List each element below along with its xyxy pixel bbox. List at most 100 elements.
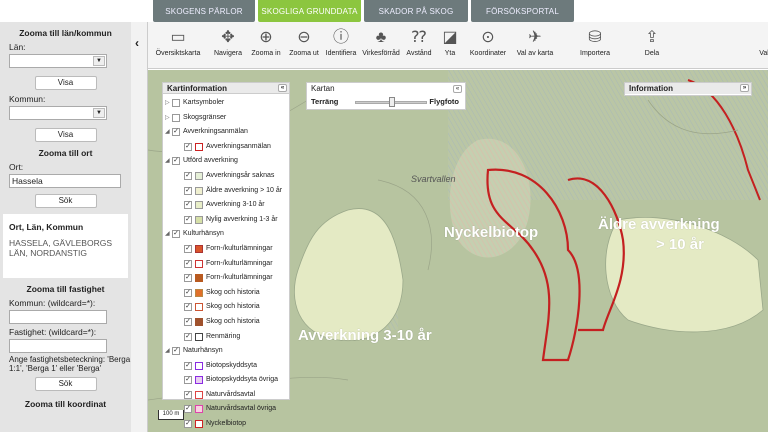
expand-toggle-icon[interactable]: ◢ (165, 227, 170, 241)
layer-checkbox[interactable]: ✓ (184, 215, 192, 224)
layer-row[interactable]: ✓ Avverkningsanmälan (163, 140, 289, 155)
tool-database-import-button[interactable]: ⛁ Importera (566, 26, 624, 57)
legend-swatch (195, 142, 203, 151)
layer-checkbox[interactable]: ✓ (184, 288, 192, 297)
layer-row[interactable]: ✓ Äldre avverkning > 10 år (163, 184, 289, 199)
fastighet-input[interactable] (9, 339, 107, 353)
layer-checkbox[interactable]: ✓ (184, 171, 192, 180)
visa-kommun-button[interactable]: Visa (34, 128, 97, 142)
layer-checkbox[interactable]: ✓ (184, 420, 192, 429)
tool-overview-map-button[interactable]: ▭ Översiktskarta (148, 26, 208, 57)
pan-arrows-icon: ✥ (221, 29, 235, 46)
layer-row[interactable]: ✓ Forn-/kulturlämningar (163, 242, 289, 257)
layer-row[interactable]: ✓ Nylig avverkning 1-3 år (163, 213, 289, 228)
layer-row[interactable]: ✓ Biotopskyddsyta (163, 359, 289, 374)
layer-checkbox[interactable] (172, 113, 180, 122)
layer-row[interactable]: ✓ Naturvårdsavtal övriga (163, 402, 289, 417)
result-value[interactable]: HASSELA, GÄVLEBORGS LÄN, NORDANSTIG (9, 238, 122, 258)
lan-select[interactable]: ▼ (9, 54, 107, 68)
tab-0[interactable]: SKOGENS PÄRLOR (153, 0, 255, 22)
layer-row[interactable]: ▷ Kartsymboler (163, 96, 289, 111)
layer-label: Naturhänsyn (183, 347, 223, 355)
tool-label: Koordinater (469, 50, 507, 57)
layer-checkbox[interactable]: ✓ (184, 317, 192, 326)
layer-checkbox[interactable]: ✓ (184, 244, 192, 253)
layer-row[interactable]: ✓ Biotopskyddsyta övriga (163, 373, 289, 388)
expand-icon[interactable]: » (740, 84, 749, 92)
layer-row[interactable]: ✓ Renmäring (163, 330, 289, 345)
layer-checkbox[interactable] (172, 99, 180, 107)
layer-row[interactable]: ✓ Skog och historia (163, 315, 289, 330)
layer-row[interactable]: ✓ Avverkningsår saknas (163, 169, 289, 184)
chevron-left-icon[interactable]: ‹ (135, 36, 139, 50)
kartinformation-header: Kartinformation « (163, 83, 289, 94)
layer-row[interactable]: ◢ ✓ Kulturhänsyn (163, 227, 289, 242)
expand-toggle-icon[interactable]: ◢ (165, 154, 170, 168)
layer-row[interactable]: ✓ Skog och historia (163, 300, 289, 315)
tab-1[interactable]: SKOGLIGA GRUNDDATA (258, 0, 361, 22)
layer-row[interactable]: ✓ Avverkning 3-10 år (163, 198, 289, 213)
chevron-down-icon[interactable]: ▼ (93, 108, 105, 118)
layer-checkbox[interactable]: ✓ (172, 157, 180, 166)
layer-checkbox[interactable]: ✓ (184, 303, 192, 312)
layer-checkbox[interactable]: ✓ (184, 390, 192, 399)
layer-checkbox[interactable]: ✓ (184, 274, 192, 283)
tool-crosshair-button[interactable]: ⊙ Koordinater (468, 26, 508, 57)
tool-share-button[interactable]: ⇪ Dela (632, 26, 672, 57)
layer-row[interactable]: ◢ ✓ Utförd avverkning (163, 154, 289, 169)
kommun-select[interactable]: ▼ (9, 106, 107, 120)
layer-row[interactable]: ✓ Forn-/kulturlämningar (163, 257, 289, 272)
layer-label: Kulturhänsyn (183, 230, 224, 238)
crosshair-icon: ⊙ (481, 29, 495, 46)
collapse-icon[interactable]: « (453, 85, 462, 93)
tool-info-button[interactable]: ⓘ Identifiera (323, 26, 359, 57)
expand-toggle-icon[interactable]: ◢ (165, 344, 170, 358)
koordinat-title: Zooma till koordinat (24, 399, 107, 409)
chevron-down-icon[interactable]: ▼ (93, 56, 105, 66)
expand-toggle-icon[interactable]: ▷ (165, 96, 170, 110)
visa-lan-button[interactable]: Visa (34, 76, 97, 90)
layer-row[interactable]: ✓ Nyckelbiotop (163, 417, 289, 432)
layer-row[interactable]: ◢ ✓ Naturhänsyn (163, 344, 289, 359)
basemap-slider-handle[interactable] (389, 97, 396, 107)
collapse-icon[interactable]: « (278, 84, 287, 92)
sok-ort-button[interactable]: Sök (34, 194, 97, 208)
layer-label: Skog och historia (206, 288, 260, 296)
fast-kommun-input[interactable] (9, 310, 107, 324)
layer-label: Naturvårdsavtal övriga (206, 405, 277, 413)
layer-row[interactable]: ✓ Skog och historia (163, 286, 289, 301)
expand-toggle-icon[interactable]: ◢ (165, 125, 170, 139)
tab-3[interactable]: FÖRSÖKSPORTAL (471, 0, 574, 22)
layer-row[interactable]: ◢ ✓ Avverkningsanmälan (163, 125, 289, 140)
layer-checkbox[interactable]: ✓ (172, 230, 180, 239)
tool-tree-button[interactable]: ♣ Virkesförråd (360, 26, 402, 57)
sok-fastighet-button[interactable]: Sök (34, 377, 97, 391)
layer-checkbox[interactable]: ✓ (172, 347, 180, 356)
sidebar-collapse[interactable]: ‹ (131, 22, 148, 432)
layer-checkbox[interactable]: ✓ (184, 201, 192, 210)
layer-checkbox[interactable]: ✓ (184, 186, 192, 195)
layer-row[interactable]: ✓ Forn-/kulturlämningar (163, 271, 289, 286)
layer-checkbox[interactable]: ✓ (184, 332, 192, 341)
layer-checkbox[interactable]: ✓ (184, 376, 192, 385)
layer-checkbox[interactable]: ✓ (172, 128, 180, 137)
tool-pan-arrows-button[interactable]: ✥ Navigera (210, 26, 246, 57)
tool-map-select-button[interactable]: ✈ Val av karta (510, 26, 560, 57)
layer-checkbox[interactable]: ✓ (184, 405, 192, 414)
tab-2[interactable]: SKADOR PÅ SKOG (364, 0, 468, 22)
tool-ruler-button[interactable]: ⁇ Avstånd (402, 26, 436, 57)
search-result[interactable]: Ort, Län, Kommun HASSELA, GÄVLEBORGS LÄN… (3, 214, 128, 278)
tool-printer-button[interactable]: ⎙Val av utskrift (738, 26, 768, 57)
layer-checkbox[interactable]: ✓ (184, 142, 192, 151)
map-canvas[interactable]: Svartvallen Nyckelbiotop Äldre avverknin… (148, 70, 768, 432)
expand-toggle-icon[interactable]: ▷ (165, 111, 170, 125)
layer-row[interactable]: ✓ Naturvårdsavtal (163, 388, 289, 403)
layer-checkbox[interactable]: ✓ (184, 259, 192, 268)
layer-label: Biotopskyddsyta övriga (206, 376, 278, 384)
tool-zoom-out-button[interactable]: ⊖ Zooma ut (286, 26, 322, 57)
layer-checkbox[interactable]: ✓ (184, 361, 192, 370)
ort-input[interactable]: Hassela (9, 174, 121, 188)
tool-zoom-in-button[interactable]: ⊕ Zooma in (248, 26, 284, 57)
tool-area-button[interactable]: ◪ Yta (435, 26, 465, 57)
layer-row[interactable]: ▷ Skogsgränser (163, 111, 289, 126)
